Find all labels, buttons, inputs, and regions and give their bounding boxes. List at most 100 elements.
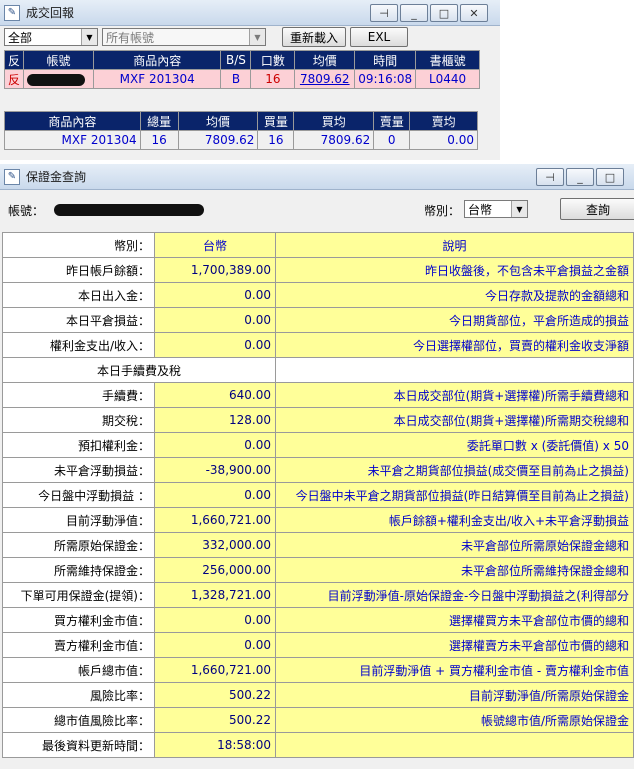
- field-label: 權利金支出/收入：: [2, 332, 155, 358]
- field-description: 選擇權買方未平倉部位市價的總和: [275, 607, 634, 633]
- table-row: 目前浮動淨值： 1,660,721.00 帳戶餘額+權利金支出/收入+未平倉浮動…: [2, 507, 634, 533]
- account-cell: [23, 69, 94, 89]
- margin-header-row: 幣別： 台幣 說明: [2, 232, 634, 258]
- trade-report-toolbar: 全部 ▼ 所有帳號 ▼ 重新載入 EXL: [0, 26, 500, 48]
- col-time[interactable]: 時間: [354, 50, 417, 70]
- table-row[interactable]: 反 MXF 201304 B 16 7809.62 09:16:08 L0440: [3, 69, 480, 89]
- app-icon: ✎: [4, 4, 20, 21]
- table-row: 昨日帳戶餘額： 1,700,389.00 昨日收盤後，不包含未平倉損益之金額: [2, 257, 634, 283]
- field-value: 1,660,721.00: [154, 657, 276, 683]
- col-product[interactable]: 商品內容: [92, 50, 222, 70]
- close-icon[interactable]: ✕: [460, 4, 488, 22]
- field-description: 未平倉之期貨部位損益(成交價至目前為止之損益): [275, 457, 634, 483]
- minimize-icon[interactable]: _: [566, 168, 594, 186]
- summary-table-header: 商品內容 總量 均價 買量 買均 賣量 賣均: [4, 111, 478, 131]
- account-select[interactable]: 所有帳號 ▼: [102, 28, 266, 46]
- table-row: 預扣權利金： 0.00 委託單口數 x (委託價值) x 50: [2, 432, 634, 458]
- table-row: 賣方權利金市值： 0.00 選擇權賣方未平倉部位市價的總和: [2, 632, 634, 658]
- query-button[interactable]: 查詢: [560, 198, 634, 220]
- reload-button[interactable]: 重新載入: [282, 27, 346, 47]
- field-description: 目前浮動淨值 + 買方權利金市值 - 賣方權利金市值: [275, 657, 634, 683]
- product-cell: MXF 201304: [92, 69, 222, 89]
- col-summary-buy-qty[interactable]: 買量: [257, 111, 295, 131]
- margin-query-title: 保證金查詢: [26, 170, 87, 184]
- pin-icon[interactable]: ⊣: [370, 4, 398, 22]
- table-row: 本日平倉損益： 0.00 今日期貨部位，平倉所造成的損益: [2, 307, 634, 333]
- col-summary-total[interactable]: 總量: [139, 111, 179, 131]
- minimize-icon[interactable]: _: [400, 4, 428, 22]
- fee-tax-section-row: 本日手續費及稅: [2, 357, 634, 383]
- field-value: 500.22: [154, 682, 276, 708]
- field-description: 今日盤中未平倉之期貨部位損益(昨日結算價至目前為止之損益): [275, 482, 634, 508]
- field-label: 本日平倉損益：: [2, 307, 155, 333]
- table-row: 期交稅： 128.00 本日成交部位(期貨+選擇權)所需期交稅總和: [2, 407, 634, 433]
- col-flag[interactable]: 反: [3, 50, 25, 70]
- flag-cell: 反: [3, 69, 25, 89]
- summary-buy-avg-cell: 7809.62: [293, 130, 375, 150]
- maximize-icon[interactable]: □: [430, 4, 458, 22]
- col-summary-buy-avg[interactable]: 買均: [293, 111, 375, 131]
- field-value: 332,000.00: [154, 532, 276, 558]
- summary-buy-qty-cell: 16: [257, 130, 295, 150]
- qty-cell: 16: [250, 69, 296, 89]
- trade-report-title: 成交回報: [26, 6, 75, 20]
- currency-select[interactable]: 台幣 ▼: [464, 200, 528, 218]
- table-row: 所需原始保證金： 332,000.00 未平倉部位所需原始保證金總和: [2, 532, 634, 558]
- trade-report-titlebar[interactable]: ✎ 成交回報 ⊣ _ □ ✕: [0, 0, 500, 26]
- field-description: 帳戶餘額+權利金支出/收入+未平倉浮動損益: [275, 507, 634, 533]
- table-row: 買方權利金市值： 0.00 選擇權買方未平倉部位市價的總和: [2, 607, 634, 633]
- col-summary-avg[interactable]: 均價: [177, 111, 259, 131]
- table-row: 手續費： 640.00 本日成交部位(期貨+選擇權)所需手續費總和: [2, 382, 634, 408]
- chevron-down-icon[interactable]: ▼: [511, 201, 527, 217]
- col-account[interactable]: 帳號: [23, 50, 94, 70]
- margin-query-toolbar: 帳號： 幣別： 台幣 ▼ 查詢: [0, 190, 634, 230]
- summary-sell-qty-cell: 0: [373, 130, 411, 150]
- margin-table: 幣別： 台幣 說明 昨日帳戶餘額： 1,700,389.00 昨日收盤後，不包含…: [2, 232, 634, 758]
- field-description: 今日選擇權部位，買賣的權利金收支淨額: [275, 332, 634, 358]
- table-row: 最後資料更新時間： 18:58:00: [2, 732, 634, 758]
- field-description: 委託單口數 x (委託價值) x 50: [275, 432, 634, 458]
- field-value: 640.00: [154, 382, 276, 408]
- currency-row-label: 幣別：: [2, 232, 155, 258]
- col-order-no[interactable]: 書櫃號: [415, 50, 480, 70]
- field-label: 手續費：: [2, 382, 155, 408]
- chevron-down-icon[interactable]: ▼: [81, 29, 97, 45]
- field-value: 1,700,389.00: [154, 257, 276, 283]
- field-label: 賣方權利金市值：: [2, 632, 155, 658]
- fee-tax-section-label: 本日手續費及稅: [2, 357, 276, 383]
- account-label: 帳號：: [8, 204, 45, 218]
- filter-select[interactable]: 全部 ▼: [4, 28, 98, 46]
- margin-query-titlebar[interactable]: ✎ 保證金查詢 ⊣ _ □: [0, 164, 634, 190]
- exl-button[interactable]: EXL: [350, 27, 408, 47]
- field-label: 下單可用保證金(提領)：: [2, 582, 155, 608]
- table-row: 總市值風險比率： 500.22 帳號總市值/所需原始保證金: [2, 707, 634, 733]
- field-description: 本日成交部位(期貨+選擇權)所需期交稅總和: [275, 407, 634, 433]
- trade-summary-table: 商品內容 總量 均價 買量 買均 賣量 賣均 MXF 201304 16 780…: [4, 111, 478, 150]
- field-value: 0.00: [154, 482, 276, 508]
- field-value: 500.22: [154, 707, 276, 733]
- pin-icon[interactable]: ⊣: [536, 168, 564, 186]
- field-description: 今日存款及提款的金額總和: [275, 282, 634, 308]
- maximize-icon[interactable]: □: [596, 168, 624, 186]
- field-value: 18:58:00: [154, 732, 276, 758]
- summary-total-cell: 16: [139, 130, 179, 150]
- field-description: 今日期貨部位，平倉所造成的損益: [275, 307, 634, 333]
- field-value: 128.00: [154, 407, 276, 433]
- col-summary-product[interactable]: 商品內容: [4, 111, 141, 131]
- summary-product-cell: MXF 201304: [4, 130, 141, 150]
- table-row[interactable]: MXF 201304 16 7809.62 16 7809.62 0 0.00: [4, 130, 478, 150]
- field-label: 帳戶總市值：: [2, 657, 155, 683]
- description-header: 說明: [275, 232, 634, 258]
- col-summary-sell-qty[interactable]: 賣量: [373, 111, 411, 131]
- avg-cell[interactable]: 7809.62: [294, 69, 356, 89]
- field-value: 1,328,721.00: [154, 582, 276, 608]
- field-label: 風險比率：: [2, 682, 155, 708]
- col-bs[interactable]: B/S: [220, 50, 252, 70]
- field-value: 0.00: [154, 307, 276, 333]
- chevron-down-icon[interactable]: ▼: [249, 29, 265, 45]
- col-avg[interactable]: 均價: [294, 50, 356, 70]
- col-summary-sell-avg[interactable]: 賣均: [409, 111, 478, 131]
- col-qty[interactable]: 口數: [250, 50, 296, 70]
- table-row: 下單可用保證金(提領)： 1,328,721.00 目前浮動淨值-原始保證金-今…: [2, 582, 634, 608]
- table-row: 帳戶總市值： 1,660,721.00 目前浮動淨值 + 買方權利金市值 - 賣…: [2, 657, 634, 683]
